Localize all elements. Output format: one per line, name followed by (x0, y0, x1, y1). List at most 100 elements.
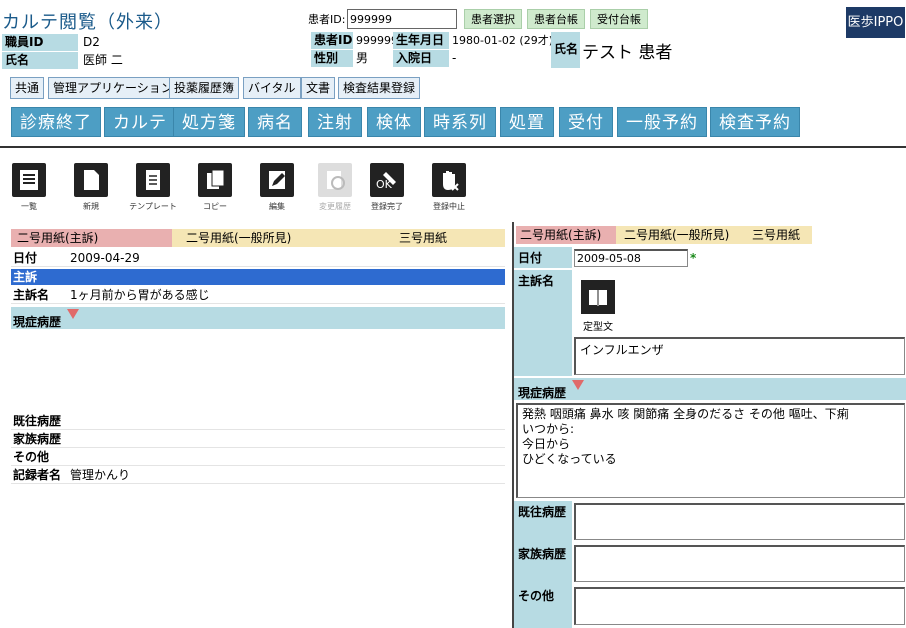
register-cancel-label: 登録中止 (433, 202, 465, 211)
left-history-label: 現症病歴 (13, 315, 62, 329)
new-document-icon (74, 163, 108, 197)
template-tool-button[interactable]: テンプレート (128, 163, 178, 212)
staff-id-label: 職員ID (2, 34, 78, 51)
left-history-body (11, 331, 505, 411)
right-tab-chief-complaint[interactable]: 二号用紙(主訴) (516, 226, 616, 244)
history-line: ひどくなっている (522, 452, 617, 466)
patient-id-search-label: 患者ID: (308, 13, 346, 26)
stop-icon (432, 163, 466, 197)
header-divider (0, 146, 906, 148)
right-family-textarea[interactable] (574, 545, 905, 582)
edit-icon (260, 163, 294, 197)
timeline-button[interactable]: 時系列 (424, 107, 496, 137)
end-consultation-button[interactable]: 診療終了 (11, 107, 101, 137)
prescription-button[interactable]: 処方箋 (173, 107, 245, 137)
dob-value: 1980-01-02 (29才) (452, 34, 554, 47)
expand-triangle-icon[interactable] (67, 309, 79, 319)
right-other-textarea[interactable] (574, 587, 905, 625)
edit-tool-button[interactable]: 編集 (252, 163, 302, 212)
admit-date-value: - (452, 51, 457, 65)
patient-id-search-input[interactable] (347, 9, 457, 29)
tab-common[interactable]: 共通 (10, 77, 45, 99)
history-tool-button[interactable]: 変更履歴 (310, 163, 360, 212)
template-text-button[interactable]: 定型文 (578, 280, 618, 333)
ippo-logo: 医歩IPPO (846, 7, 905, 38)
left-tab-general-findings[interactable]: 二号用紙(一般所見) (172, 229, 389, 247)
select-patient-button[interactable]: 患者選択 (464, 9, 522, 29)
list-tool-button[interactable]: 一覧 (4, 163, 54, 212)
general-appointment-button[interactable]: 一般予約 (617, 107, 707, 137)
reception-register-button[interactable]: 受付台帳 (590, 9, 648, 29)
right-complaint-value: インフルエンザ (580, 343, 664, 357)
injection-button[interactable]: 注射 (308, 107, 362, 137)
staff-name-value: 医師 二 (83, 53, 123, 67)
history-icon (318, 163, 352, 197)
tab-vitals[interactable]: バイタル (243, 77, 301, 99)
left-complaint-row: 主訴名 1ヶ月前から胃がある感じ (11, 287, 505, 304)
template-tool-label: テンプレート (129, 202, 177, 211)
date-required-marker: * (690, 251, 697, 265)
left-past-row: 既往病歴 (11, 413, 505, 430)
left-date-label: 日付 (13, 251, 38, 265)
right-other-label: その他 (514, 585, 572, 628)
history-line: 今日から (522, 437, 571, 451)
left-complaint-label: 主訴名 (13, 288, 50, 302)
new-tool-label: 新規 (83, 202, 99, 211)
left-past-label: 既往病歴 (13, 414, 62, 428)
right-family-label: 家族病歴 (514, 543, 572, 585)
copy-tool-button[interactable]: コピー (190, 163, 240, 212)
sex-value: 男 (356, 51, 369, 65)
tab-test-results[interactable]: 検査結果登録 (338, 77, 421, 99)
left-other-row: その他 (11, 449, 505, 466)
tab-medication-history[interactable]: 投薬履歴簿 (169, 77, 240, 99)
tab-admin-apps[interactable]: 管理アプリケーション (48, 77, 178, 99)
left-date-value: 2009-04-29 (70, 251, 140, 265)
disease-name-button[interactable]: 病名 (248, 107, 302, 137)
test-appointment-button[interactable]: 検査予約 (710, 107, 800, 137)
left-complaint-value: 1ヶ月前から胃がある感じ (70, 288, 210, 302)
template-icon (136, 163, 170, 197)
patient-name-value: テスト 患者 (582, 43, 673, 63)
right-history-header: 現症病歴 (514, 378, 906, 400)
reception-button[interactable]: 受付 (559, 107, 613, 137)
tab-documents[interactable]: 文書 (301, 77, 336, 99)
template-text-label: 定型文 (583, 322, 613, 333)
right-past-textarea[interactable] (574, 503, 905, 540)
list-icon (12, 163, 46, 197)
left-tab-chief-complaint[interactable]: 二号用紙(主訴) (11, 229, 172, 247)
right-history-textarea[interactable]: 発熱 咽頭痛 鼻水 咳 関節痛 全身のだるさ その他 嘔吐、下痢 いつから: 今… (516, 403, 905, 498)
register-cancel-button[interactable]: 登録中止 (424, 163, 474, 212)
right-past-label: 既往病歴 (514, 501, 572, 543)
staff-name-label: 氏名 (2, 52, 78, 69)
ok-icon: OK (370, 163, 404, 197)
right-date-input[interactable] (574, 249, 688, 267)
left-other-label: その他 (13, 450, 50, 464)
list-tool-label: 一覧 (21, 202, 37, 211)
right-complaint-textarea[interactable]: インフルエンザ (574, 337, 905, 375)
staff-id-value: D2 (83, 35, 100, 49)
left-date-row: 日付 2009-04-29 (11, 250, 505, 267)
patient-name-label: 氏名 (551, 32, 580, 68)
right-date-label: 日付 (514, 247, 572, 268)
admit-date-label: 入院日 (393, 50, 449, 67)
left-recorder-label: 記録者名 (13, 468, 62, 482)
copy-tool-label: コピー (203, 202, 227, 211)
specimen-button[interactable]: 検体 (367, 107, 421, 137)
history-line: 発熱 咽頭痛 鼻水 咳 関節痛 全身のだるさ その他 嘔吐、下痢 (522, 407, 849, 421)
treatment-button[interactable]: 処置 (500, 107, 554, 137)
left-section-header: 主訴 (11, 269, 505, 285)
chart-button[interactable]: カルテ (104, 107, 176, 137)
left-recorder-row: 記録者名 管理かんり (11, 467, 505, 484)
patient-id-label: 患者ID (311, 32, 353, 49)
sex-label: 性別 (311, 50, 353, 67)
patient-register-button[interactable]: 患者台帳 (527, 9, 585, 29)
right-history-label: 現症病歴 (518, 386, 567, 400)
right-tab-general-findings[interactable]: 二号用紙(一般所見) (616, 226, 740, 244)
app-title: カルテ閲覧（外来） (2, 12, 173, 33)
dob-label: 生年月日 (393, 32, 449, 49)
expand-triangle-icon[interactable] (572, 380, 584, 390)
register-complete-button[interactable]: OK 登録完了 (362, 163, 412, 212)
right-tab-form-three[interactable]: 三号用紙 (740, 226, 812, 244)
left-tab-form-three[interactable]: 三号用紙 (389, 229, 505, 247)
new-tool-button[interactable]: 新規 (66, 163, 116, 212)
